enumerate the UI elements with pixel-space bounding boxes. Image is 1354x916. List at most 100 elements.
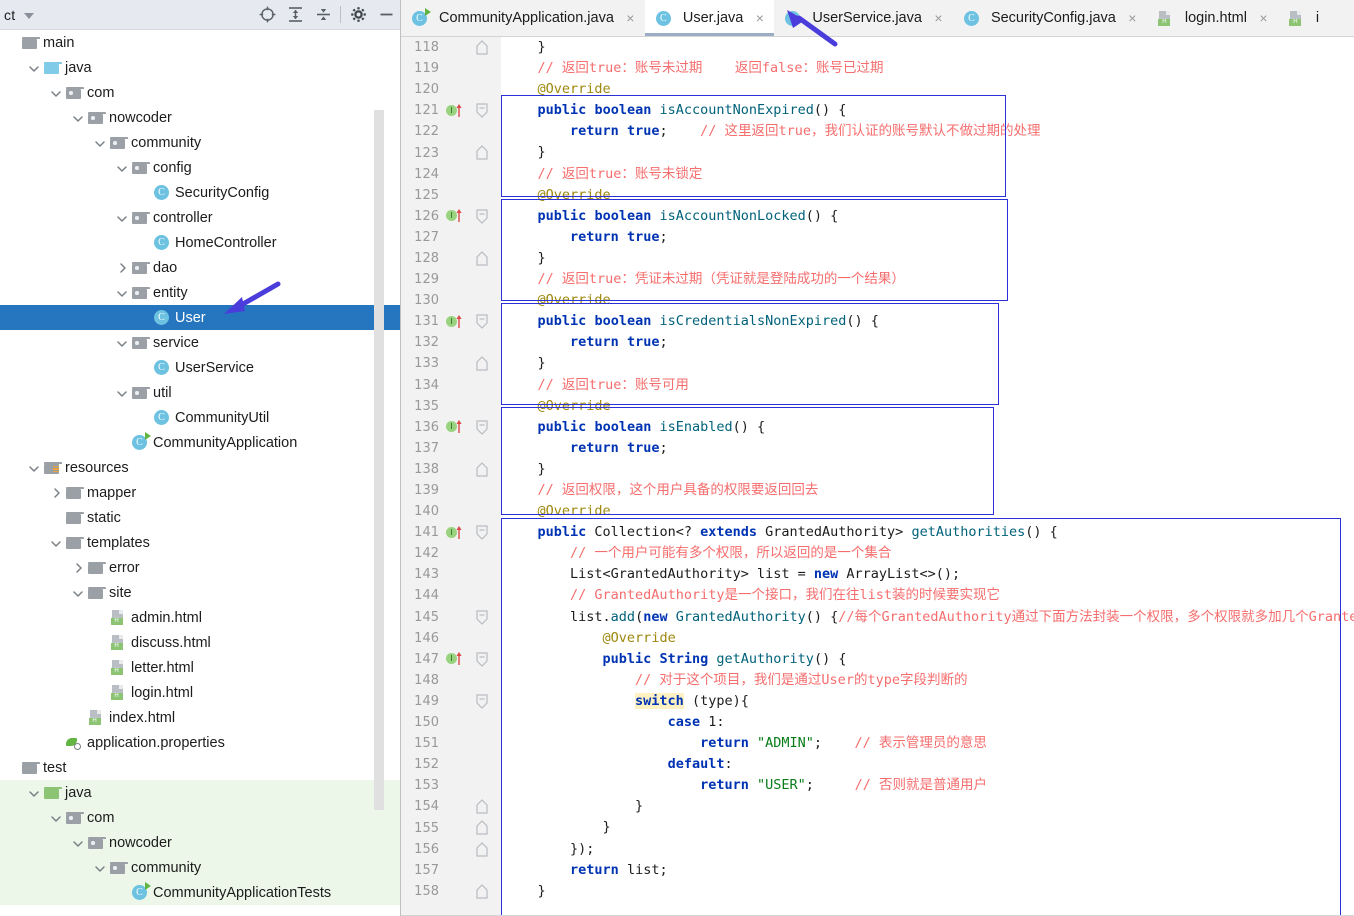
chevron-down-icon[interactable] xyxy=(48,810,64,826)
code-line[interactable]: @Override xyxy=(505,501,1354,522)
code-content[interactable]: } // 返回true：账号未过期 返回false：账号已过期 @Overrid… xyxy=(501,37,1354,916)
gutter-line[interactable]: 132 xyxy=(401,332,501,353)
fold-start-icon[interactable] xyxy=(475,209,489,224)
chevron-down-icon[interactable] xyxy=(26,460,42,476)
tree-node-letter-html[interactable]: Hletter.html xyxy=(0,655,400,680)
tree-node-test[interactable]: test xyxy=(0,755,400,780)
chevron-down-icon[interactable] xyxy=(92,860,108,876)
locate-icon[interactable] xyxy=(253,2,281,28)
editor-tab-user-java[interactable]: C User.java × xyxy=(644,0,775,36)
gutter-line[interactable]: 150 xyxy=(401,712,501,733)
code-line[interactable]: return true; xyxy=(505,332,1354,353)
code-line[interactable]: } xyxy=(505,248,1354,269)
gutter-line[interactable]: 128 xyxy=(401,248,501,269)
code-line[interactable]: List<GrantedAuthority> list = new ArrayL… xyxy=(505,564,1354,585)
tree-node-admin-html[interactable]: Hadmin.html xyxy=(0,605,400,630)
gutter-line[interactable]: 139 xyxy=(401,480,501,501)
gutter-line[interactable]: 149 xyxy=(401,691,501,712)
gutter-line[interactable]: 130 xyxy=(401,290,501,311)
gutter-line[interactable]: 158 xyxy=(401,881,501,902)
tree-node-entity[interactable]: entity xyxy=(0,280,400,305)
code-line[interactable]: // 返回true：账号未过期 返回false：账号已过期 xyxy=(505,58,1354,79)
code-line[interactable]: // 一个用户可能有多个权限，所以返回的是一个集合 xyxy=(505,543,1354,564)
tree-node-index-html[interactable]: Hindex.html xyxy=(0,705,400,730)
code-line[interactable]: public boolean isCredentialsNonExpired()… xyxy=(505,311,1354,332)
gutter-line[interactable]: 123 xyxy=(401,142,501,163)
close-icon[interactable]: × xyxy=(624,10,637,26)
gutter-line[interactable]: 133 xyxy=(401,353,501,374)
override-marker-icon[interactable]: I xyxy=(446,652,462,666)
code-line[interactable]: public String getAuthority() { xyxy=(505,649,1354,670)
tree-node-userservice[interactable]: C UserService xyxy=(0,355,400,380)
tree-node-com[interactable]: com xyxy=(0,805,400,830)
editor-gutter[interactable]: 118 119 120 121 I 122 123 124 125 126 I 127 128 129 13… xyxy=(401,37,501,916)
chevron-down-icon[interactable] xyxy=(114,210,130,226)
gutter-line[interactable]: 135 xyxy=(401,396,501,417)
editor-body[interactable]: 118 119 120 121 I 122 123 124 125 126 I 127 128 129 13… xyxy=(401,37,1354,916)
gutter-line[interactable]: 122 xyxy=(401,121,501,142)
code-line[interactable]: return "USER"; // 否则就是普通用户 xyxy=(505,775,1354,796)
code-line[interactable]: default: xyxy=(505,754,1354,775)
fold-end-icon[interactable] xyxy=(475,799,489,814)
gutter-line[interactable]: 144 xyxy=(401,585,501,606)
tree-node-service[interactable]: service xyxy=(0,330,400,355)
code-line[interactable]: @Override xyxy=(505,79,1354,100)
editor-tab-securityconfig-java[interactable]: C SecurityConfig.java × xyxy=(952,0,1147,36)
chevron-down-icon[interactable] xyxy=(26,60,42,76)
minimize-icon[interactable] xyxy=(372,2,400,28)
code-line[interactable]: } xyxy=(505,353,1354,374)
gutter-line[interactable]: 136 I xyxy=(401,417,501,438)
gutter-line[interactable]: 157 xyxy=(401,860,501,881)
chevron-down-icon[interactable] xyxy=(92,135,108,151)
gutter-line[interactable]: 119 xyxy=(401,58,501,79)
code-line[interactable]: @Override xyxy=(505,290,1354,311)
chevron-down-icon[interactable] xyxy=(114,285,130,301)
chevron-down-icon[interactable] xyxy=(48,85,64,101)
gutter-line[interactable]: 142 xyxy=(401,543,501,564)
chevron-down-icon[interactable] xyxy=(70,110,86,126)
tree-node-homecontroller[interactable]: C HomeController xyxy=(0,230,400,255)
close-icon[interactable]: × xyxy=(753,10,766,26)
expand-all-icon[interactable] xyxy=(281,2,309,28)
gutter-line[interactable]: 125 xyxy=(401,185,501,206)
gutter-line[interactable]: 124 xyxy=(401,164,501,185)
fold-end-icon[interactable] xyxy=(475,841,489,857)
code-line[interactable]: list.add(new GrantedAuthority() {//每个Gra… xyxy=(505,607,1354,628)
tree-node-communityutil[interactable]: C CommunityUtil xyxy=(0,405,400,430)
chevron-right-icon[interactable] xyxy=(70,560,86,576)
code-line[interactable]: // 返回权限，这个用户具备的权限要返回回去 xyxy=(505,480,1354,501)
gutter-line[interactable]: 138 xyxy=(401,459,501,480)
tree-node-com[interactable]: com xyxy=(0,80,400,105)
gutter-line[interactable]: 143 xyxy=(401,564,501,585)
code-line[interactable]: @Override xyxy=(505,628,1354,649)
fold-end-icon[interactable] xyxy=(475,883,489,899)
chevron-down-icon[interactable] xyxy=(24,12,35,19)
tree-node-community[interactable]: community xyxy=(0,130,400,155)
chevron-down-icon[interactable] xyxy=(114,335,130,351)
chevron-right-icon[interactable] xyxy=(48,485,64,501)
gutter-line[interactable]: 140 xyxy=(401,501,501,522)
code-line[interactable]: // 返回true：账号可用 xyxy=(505,375,1354,396)
fold-start-icon[interactable] xyxy=(475,314,489,330)
fold-end-icon[interactable] xyxy=(475,145,489,161)
chevron-down-icon[interactable] xyxy=(70,585,86,601)
code-line[interactable]: public boolean isEnabled() { xyxy=(505,417,1354,438)
code-line[interactable]: // 返回true：凭证未过期（凭证就是登陆成功的一个结果） xyxy=(505,269,1354,290)
override-marker-icon[interactable]: I xyxy=(446,525,462,540)
tree-node-dao[interactable]: dao xyxy=(0,255,400,280)
override-marker-icon[interactable]: I xyxy=(446,420,462,434)
gutter-line[interactable]: 121 I xyxy=(401,100,501,121)
chevron-down-icon[interactable] xyxy=(48,535,64,551)
gutter-line[interactable]: 151 xyxy=(401,733,501,754)
tree-node-templates[interactable]: templates xyxy=(0,530,400,555)
code-line[interactable]: } xyxy=(505,142,1354,163)
tree-node-login-html[interactable]: Hlogin.html xyxy=(0,680,400,705)
code-line[interactable]: } xyxy=(505,881,1354,902)
code-line[interactable]: return true; xyxy=(505,438,1354,459)
fold-end-icon[interactable] xyxy=(475,40,489,55)
gutter-line[interactable]: 129 xyxy=(401,269,501,290)
gutter-line[interactable]: 137 xyxy=(401,438,501,459)
gutter-line[interactable]: 155 xyxy=(401,817,501,838)
code-line[interactable]: } xyxy=(505,459,1354,480)
code-line[interactable]: @Override xyxy=(505,185,1354,206)
